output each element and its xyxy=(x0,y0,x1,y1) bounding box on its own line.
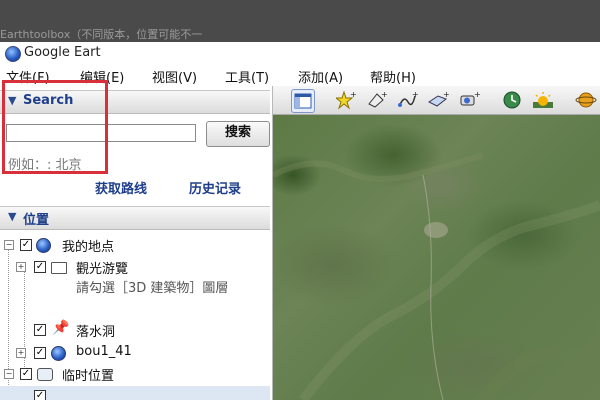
expand-toggle-icon[interactable]: + xyxy=(16,262,26,272)
add-path-icon[interactable]: + xyxy=(397,89,419,111)
tree-item-label: 觀光游覽 xyxy=(76,262,129,277)
tree-item-label: bou1_41 xyxy=(76,344,132,359)
tree-item-temporary-places[interactable]: − ✓ 临时位置 xyxy=(0,364,270,384)
background-text: Earthtoolbox（不同版本，位置可能不一 xyxy=(0,28,203,41)
background-browser-area: Earthtoolbox（不同版本，位置可能不一 xyxy=(0,0,600,42)
tree-item-partial[interactable]: ✓ xyxy=(0,386,270,400)
add-image-overlay-icon[interactable]: + xyxy=(428,89,450,111)
menu-add[interactable]: 添加(A) xyxy=(298,67,343,86)
collapse-toggle-icon[interactable]: − xyxy=(4,240,14,250)
tree-item-label: 临时位置 xyxy=(62,369,115,384)
tree-item-sinkhole[interactable]: ✓ 📌 落水洞 xyxy=(0,320,270,340)
places-panel-title: 位置 xyxy=(23,213,50,228)
search-button[interactable]: 搜索 xyxy=(206,121,270,147)
get-directions-link[interactable]: 获取路线 xyxy=(95,178,147,197)
menu-view[interactable]: 视图(V) xyxy=(152,67,197,86)
folder-icon xyxy=(51,262,67,274)
placemark-pin-icon: 📌 xyxy=(52,320,70,336)
tree-item-description: 請勾選［3D 建築物］圖層 xyxy=(76,281,229,296)
svg-text:+: + xyxy=(350,90,356,99)
map-view[interactable] xyxy=(273,115,600,400)
collapse-triangle-icon: ▼ xyxy=(8,210,17,223)
history-link[interactable]: 历史记录 xyxy=(189,178,241,197)
sidebar-toggle-icon[interactable] xyxy=(291,89,315,113)
visibility-checkbox[interactable]: ✓ xyxy=(20,239,32,251)
record-tour-icon[interactable]: + xyxy=(459,89,481,111)
sunlight-icon[interactable] xyxy=(532,89,554,111)
visibility-checkbox[interactable]: ✓ xyxy=(20,368,32,380)
title-bar: Google Eart xyxy=(0,42,600,64)
add-polygon-icon[interactable]: + xyxy=(366,89,388,111)
map-toolbar: + + + + + xyxy=(273,86,600,115)
temporary-places-icon xyxy=(37,368,53,381)
window-title: Google Eart xyxy=(24,45,101,60)
globe-icon xyxy=(51,346,66,361)
svg-text:+: + xyxy=(412,90,418,99)
menu-tools[interactable]: 工具(T) xyxy=(225,67,269,86)
expand-toggle-icon[interactable]: + xyxy=(16,348,26,358)
collapse-toggle-icon[interactable]: − xyxy=(4,369,14,379)
historical-imagery-icon[interactable] xyxy=(501,89,523,111)
visibility-checkbox[interactable]: ✓ xyxy=(34,347,46,359)
svg-text:+: + xyxy=(443,90,450,99)
visibility-checkbox[interactable]: ✓ xyxy=(34,261,46,273)
tree-item-sightseeing[interactable]: + ✓ 觀光游覽 xyxy=(0,257,270,277)
visibility-checkbox[interactable]: ✓ xyxy=(34,390,46,400)
tree-item-label: 我的地点 xyxy=(62,240,115,255)
menu-help[interactable]: 帮助(H) xyxy=(370,67,416,86)
places-panel-header[interactable]: ▼ 位置 xyxy=(0,206,270,230)
add-placemark-icon[interactable]: + xyxy=(334,89,357,111)
tree-item-my-places[interactable]: − ✓ 我的地点 xyxy=(0,235,270,255)
google-earth-window: Google Eart 文件(F) 编辑(E) 视图(V) 工具(T) 添加(A… xyxy=(0,42,600,400)
google-earth-logo-icon xyxy=(5,46,21,62)
svg-text:+: + xyxy=(474,90,481,99)
visibility-checkbox[interactable]: ✓ xyxy=(34,324,46,336)
planet-switch-icon[interactable] xyxy=(575,89,597,111)
highlight-annotation-box xyxy=(2,80,108,174)
globe-icon xyxy=(36,238,51,253)
tree-item-bou1-41[interactable]: + ✓ bou1_41 xyxy=(0,343,270,363)
tree-item-label: 落水洞 xyxy=(76,325,116,340)
svg-text:+: + xyxy=(381,90,387,99)
